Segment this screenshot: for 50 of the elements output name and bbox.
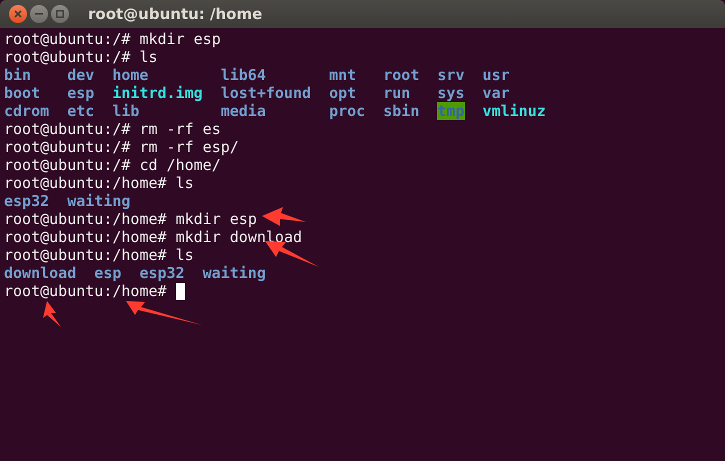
file-name: proc — [329, 102, 366, 120]
window-title: root@ubuntu: /home — [88, 5, 262, 23]
file-name: cdrom — [4, 102, 50, 120]
file-name: sys — [437, 84, 464, 102]
maximize-icon — [56, 10, 64, 18]
arrow — [262, 207, 306, 226]
file-name: esp — [67, 84, 94, 102]
file-name: waiting — [202, 264, 266, 282]
terminal-prompt: root@ubuntu:/home# — [4, 282, 167, 300]
file-name: boot — [4, 84, 40, 102]
file-name: bin — [4, 66, 32, 84]
file-name: lost+found — [220, 84, 312, 102]
minimize-button[interactable] — [30, 5, 48, 23]
terminal-line: root@ubuntu:/home# mkdir download — [4, 228, 302, 246]
terminal-line: root@ubuntu:/home# mkdir esp — [4, 210, 257, 228]
file-name: srv — [437, 66, 464, 84]
file-name: sbin — [383, 102, 420, 120]
close-icon — [14, 10, 22, 18]
terminal-line: root@ubuntu:/# rm -rf esp/ — [4, 138, 239, 156]
file-name: home — [112, 66, 148, 84]
terminal-line: root@ubuntu:/home# ls — [4, 246, 194, 264]
terminal-line: root@ubuntu:/home# ls — [4, 174, 194, 192]
file-name: dev — [67, 66, 94, 84]
minimize-icon — [35, 13, 43, 15]
file-name: vmlinuz — [482, 102, 546, 120]
file-name: media — [220, 102, 266, 120]
file-name: usr — [482, 66, 510, 84]
file-name: waiting — [67, 192, 130, 210]
file-name: initrd.img — [112, 84, 203, 102]
file-name: root — [383, 66, 420, 84]
arrow — [265, 241, 319, 267]
file-name: esp32 — [4, 192, 50, 210]
file-name: var — [482, 84, 510, 102]
terminal-line: root@ubuntu:/# rm -rf es — [4, 120, 221, 138]
file-name: lib64 — [220, 66, 266, 84]
terminal-line: root@ubuntu:/# mkdir esp — [4, 30, 221, 48]
terminal-line: root@ubuntu:/# cd /home/ — [4, 156, 221, 174]
file-name: download — [4, 264, 76, 282]
file-name: opt — [329, 84, 356, 102]
arrow — [43, 301, 61, 327]
file-name: etc — [67, 102, 94, 120]
file-name: mnt — [329, 66, 356, 84]
file-name: esp32 — [139, 264, 185, 282]
file-name: run — [383, 84, 410, 102]
terminal-line: root@ubuntu:/# ls — [4, 48, 158, 66]
close-button[interactable] — [9, 5, 27, 23]
file-name: lib — [112, 102, 140, 120]
maximize-button[interactable] — [51, 5, 69, 23]
file-name: tmp — [437, 102, 464, 120]
file-name: esp — [94, 264, 122, 282]
